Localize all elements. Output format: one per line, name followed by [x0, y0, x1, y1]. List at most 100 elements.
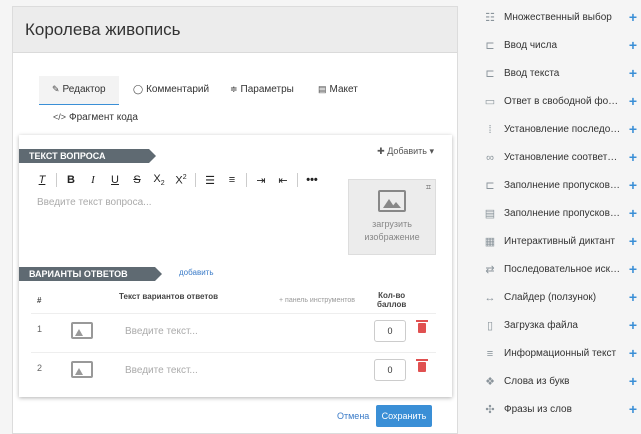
order-icon: ⁞: [488, 124, 492, 136]
freeform-icon: ▭: [484, 96, 496, 108]
tab-layout[interactable]: ▤ Макет: [318, 84, 358, 95]
list-icon: ☷: [485, 12, 495, 24]
chevron-down-icon: ▾: [426, 146, 434, 156]
question-card: ТЕКСТ ВОПРОСА ✚ Добавить ▾ T B I U S X2 …: [19, 135, 452, 397]
sidebar-item-slider[interactable]: ↔ Слайдер (ползунок) +: [475, 285, 641, 313]
italic-button[interactable]: I: [82, 174, 104, 186]
layout-icon: ▤: [318, 84, 327, 94]
sidebar-item-freeform[interactable]: ▭ Ответ в свободной форме +: [475, 89, 641, 117]
input-icon: ⊏: [485, 40, 495, 52]
sliders-icon: ≑: [230, 84, 238, 94]
plus-icon[interactable]: +: [629, 233, 637, 249]
sidebar-item-matching[interactable]: ∞ Установление соответствий +: [475, 145, 641, 173]
image-icon[interactable]: [71, 361, 93, 378]
superscript-button[interactable]: X2: [170, 174, 192, 187]
image-icon[interactable]: [71, 322, 93, 339]
grid-icon: ▦: [484, 236, 496, 248]
divider: [246, 173, 247, 187]
sidebar-item-fill-blanks-list[interactable]: ▤ Заполнение пропусков (сп... +: [475, 201, 641, 229]
plus-icon[interactable]: +: [629, 317, 637, 333]
editor-panel: Королева живопись ✎ Редактор ◯ Комментарий…: [12, 6, 458, 434]
col-num-header: #: [37, 296, 42, 305]
image-upload-button[interactable]: ⌗ загрузить изображение: [348, 179, 436, 255]
input-icon: ⊏: [485, 68, 495, 80]
file-icon: ▯: [486, 320, 494, 332]
sidebar-item-file-upload[interactable]: ▯ Загрузка файла +: [475, 313, 641, 341]
bold-button[interactable]: B: [60, 174, 82, 186]
col-score-header: Кол-во баллов: [377, 291, 407, 309]
sidebar-item-dictation[interactable]: ▦ Интерактивный диктант +: [475, 229, 641, 257]
sidebar-item-exclusion[interactable]: ⇄Последовательное исключ...+: [475, 257, 641, 285]
divider: [297, 173, 298, 187]
plus-icon[interactable]: +: [629, 373, 637, 389]
tab-code[interactable]: </> Фрагмент кода: [53, 112, 138, 123]
sidebar-item-letters-to-words[interactable]: ❖ Слова из букв +: [475, 369, 641, 397]
toolbar-toggle-link[interactable]: + панель инструментов: [279, 297, 355, 304]
table-row: 2 Введите текст... 0: [31, 352, 436, 390]
underline-button[interactable]: U: [104, 174, 126, 186]
comment-icon: ◯: [133, 84, 144, 94]
trash-icon[interactable]: [416, 320, 428, 333]
add-answer-link[interactable]: добавить: [179, 268, 214, 277]
link-icon: ∞: [486, 152, 494, 164]
more-button[interactable]: •••: [301, 174, 323, 186]
sidebar-item-text-input[interactable]: ⊏ Ввод текста +: [475, 61, 641, 89]
tab-settings[interactable]: ≑ Параметры: [230, 84, 294, 95]
score-input[interactable]: 0: [374, 359, 406, 381]
sidebar-item-multiple-choice[interactable]: ☷ Множественный выбор +: [475, 5, 641, 33]
dropdown-icon: ▤: [484, 208, 496, 220]
strikethrough-button[interactable]: S: [126, 174, 148, 186]
plus-icon[interactable]: +: [629, 205, 637, 221]
sidebar-item-ordering[interactable]: ⁞ Установление последоват... +: [475, 117, 641, 145]
trash-icon[interactable]: [416, 359, 428, 372]
image-icon: [378, 190, 406, 212]
plus-icon[interactable]: +: [629, 289, 637, 305]
answer-text-input[interactable]: Введите текст...: [125, 365, 198, 376]
ordered-list-button[interactable]: ☰: [199, 174, 221, 187]
plus-icon[interactable]: +: [629, 177, 637, 193]
divider: [195, 173, 196, 187]
row-number: 2: [37, 363, 43, 373]
tab-comment[interactable]: ◯ Комментарий: [133, 84, 209, 95]
question-type-sidebar: ☷ Множественный выбор + ⊏ Ввод числа + ⊏ Ввод…: [475, 0, 641, 434]
plus-icon[interactable]: +: [629, 9, 637, 25]
tab-editor[interactable]: ✎ Редактор: [39, 76, 119, 105]
edit-icon: ✎: [52, 84, 60, 94]
plus-icon[interactable]: +: [629, 65, 637, 81]
plus-icon[interactable]: +: [629, 121, 637, 137]
code-icon: </>: [53, 112, 67, 122]
sidebar-item-fill-blanks-input[interactable]: ⊏Заполнение пропусков (по...+: [475, 173, 641, 201]
slider-icon: ↔: [484, 292, 496, 304]
sidebar-item-number-input[interactable]: ⊏ Ввод числа +: [475, 33, 641, 61]
text-toolbar: T B I U S X2 X2 ☰ ≡ ⇥ ⇤ •••: [31, 171, 323, 189]
col-text-header: Текст вариантов ответов: [119, 292, 218, 301]
plus-icon[interactable]: +: [629, 37, 637, 53]
table-row: 1 Введите текст... 0: [31, 313, 436, 351]
plus-icon[interactable]: +: [629, 401, 637, 417]
indent-button[interactable]: ⇥: [250, 174, 272, 187]
sidebar-item-words-to-phrases[interactable]: ✣ Фразы из слов +: [475, 397, 641, 425]
answer-text-input[interactable]: Введите текст...: [125, 326, 198, 337]
crop-icon[interactable]: ⌗: [426, 182, 431, 193]
plus-icon: ✚: [377, 146, 388, 156]
score-input[interactable]: 0: [374, 320, 406, 342]
save-button[interactable]: Сохранить: [376, 405, 432, 427]
question-text-input[interactable]: Введите текст вопроса...: [37, 197, 152, 208]
row-number: 1: [37, 324, 43, 334]
plus-icon[interactable]: +: [629, 261, 637, 277]
sidebar-item-info-text[interactable]: ≡ Информационный текст +: [475, 341, 641, 369]
blocks-icon: ❖: [485, 376, 495, 388]
page-title: Королева живопись: [25, 20, 181, 39]
bullet-list-button[interactable]: ≡: [221, 174, 243, 186]
plus-icon[interactable]: +: [629, 149, 637, 165]
plus-icon[interactable]: +: [629, 93, 637, 109]
outdent-button[interactable]: ⇤: [272, 174, 294, 187]
puzzle-icon: ✣: [485, 404, 495, 416]
plus-icon[interactable]: +: [629, 345, 637, 361]
cancel-button[interactable]: Отмена: [337, 411, 369, 421]
subscript-button[interactable]: X2: [148, 173, 170, 187]
clear-format-button[interactable]: T: [31, 174, 53, 186]
add-dropdown[interactable]: ✚ Добавить ▾: [377, 146, 434, 157]
cycle-icon: ⇄: [485, 264, 495, 276]
question-section-label: ТЕКСТ ВОПРОСА: [19, 149, 156, 163]
